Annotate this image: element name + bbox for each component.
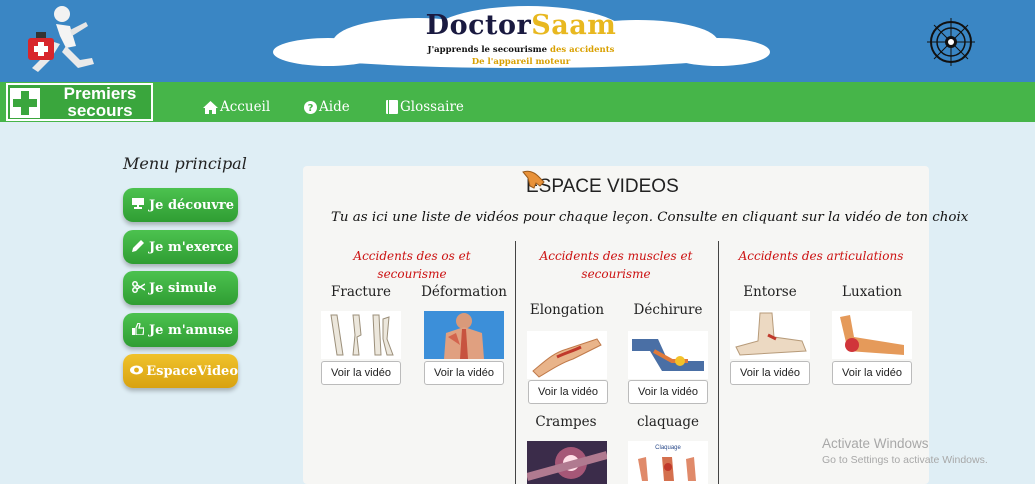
espace-video-label: EspaceVideo	[146, 363, 238, 379]
claquage-thumbnail[interactable]: Claquage	[628, 441, 708, 484]
voir-video-luxation-button[interactable]: Voir la vidéo	[832, 361, 912, 385]
elongation-thumbnail[interactable]	[527, 331, 607, 379]
subtitle-main: J'apprends le secourisme	[427, 45, 548, 55]
category-os-title: Accidents des os et secourisme	[353, 249, 471, 281]
board-icon	[127, 198, 149, 212]
subtitle-accent: des accidents	[550, 45, 615, 55]
je-mamuse-label: Je m'amuse	[149, 322, 233, 338]
hand-cursor-icon	[522, 170, 545, 189]
scissors-icon	[127, 280, 149, 296]
claquage-thumb-label: Claquage	[655, 445, 681, 451]
nav-accueil[interactable]: Accueil	[203, 99, 270, 115]
title-cloud: DoctorSaam J'apprends le secourisme des …	[268, 4, 774, 76]
nav-bar	[0, 82, 1035, 122]
video-title-dechirure: Déchirure	[633, 302, 703, 318]
column-divider	[515, 241, 516, 484]
emblem-icon	[927, 18, 975, 66]
deformation-thumbnail[interactable]	[424, 311, 504, 359]
app-subtitle-line2: De l'appareil moteur	[471, 57, 571, 67]
menu-title: Menu principal	[123, 154, 247, 173]
je-simule-label: Je simule	[149, 280, 217, 296]
book-icon	[386, 100, 398, 114]
crampes-thumbnail[interactable]	[527, 441, 607, 484]
video-title-claquage: claquage	[637, 414, 699, 430]
app-subtitle-line1: J'apprends le secourisme des accidents	[268, 45, 774, 55]
entorse-thumbnail[interactable]	[730, 311, 810, 359]
app-title: DoctorSaam	[268, 10, 774, 41]
intro-text: Tu as ici une liste de vidéos pour chaqu…	[331, 210, 969, 225]
nav-aide-label: Aide	[319, 99, 350, 115]
voir-video-fracture-button[interactable]: Voir la vidéo	[321, 361, 401, 385]
video-title-crampes: Crampes	[535, 414, 597, 430]
je-simule-button[interactable]: Je simule	[123, 271, 238, 305]
first-aid-runner-icon	[28, 6, 94, 72]
question-icon: ?	[304, 100, 317, 114]
espace-video-button[interactable]: EspaceVideo	[123, 354, 238, 388]
nav-accueil-label: Accueil	[220, 99, 271, 115]
first-aid-cross-icon	[10, 88, 40, 118]
je-mamuse-button[interactable]: Je m'amuse	[123, 313, 238, 347]
nav-glossaire-label: Glossaire	[400, 99, 464, 115]
brand-line2: secours	[67, 101, 133, 120]
svg-text:?: ?	[308, 103, 314, 114]
je-mexerce-button[interactable]: Je m'exerce	[123, 230, 238, 264]
nav-aide[interactable]: ? Aide	[304, 99, 350, 115]
voir-video-deformation-button[interactable]: Voir la vidéo	[424, 361, 504, 385]
app-title-part1: Doctor	[425, 10, 532, 41]
brand-line1: Premiers	[63, 84, 137, 103]
eye-icon	[127, 364, 146, 378]
category-articulations-title: Accidents des articulations	[738, 249, 904, 263]
video-title-luxation: Luxation	[842, 284, 902, 300]
dechirure-thumbnail[interactable]	[628, 331, 708, 379]
je-decouvre-button[interactable]: Je découvre	[123, 188, 238, 222]
fracture-thumbnail[interactable]	[321, 311, 401, 359]
voir-video-dechirure-button[interactable]: Voir la vidéo	[628, 380, 708, 404]
voir-video-entorse-button[interactable]: Voir la vidéo	[730, 361, 810, 385]
column-divider	[718, 241, 719, 484]
thumbs-up-icon	[127, 321, 149, 338]
luxation-thumbnail[interactable]	[832, 311, 912, 359]
nav-glossaire[interactable]: Glossaire	[386, 99, 464, 115]
pencil-icon	[127, 239, 149, 255]
video-title-deformation: Déformation	[421, 284, 507, 300]
app-title-part2: Saam	[531, 10, 617, 41]
je-decouvre-label: Je découvre	[149, 197, 235, 213]
activate-windows-text: Activate Windows	[822, 436, 929, 451]
category-muscles-title: Accidents des muscles et secourisme	[532, 247, 700, 283]
category-muscles-title-line2: secourisme	[581, 267, 651, 281]
je-mexerce-label: Je m'exerce	[149, 239, 234, 255]
brand-logo[interactable]: Premiers secours	[6, 83, 153, 121]
brand-text: Premiers secours	[48, 85, 152, 119]
video-title-entorse: Entorse	[743, 284, 797, 300]
voir-video-elongation-button[interactable]: Voir la vidéo	[528, 380, 608, 404]
activate-windows-subtext: Go to Settings to activate Windows.	[822, 454, 988, 466]
category-muscles-title-line1: Accidents des muscles et	[539, 249, 693, 263]
home-icon	[203, 100, 218, 114]
page-title: ESPACE VIDEOS	[526, 176, 679, 197]
video-title-elongation: Elongation	[529, 302, 605, 318]
video-title-fracture: Fracture	[331, 284, 391, 300]
